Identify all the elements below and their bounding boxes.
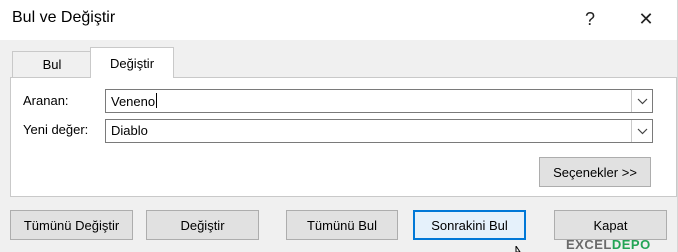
replace-all-button[interactable]: Tümünü Değiştir	[10, 210, 133, 240]
close-label: Kapat	[593, 217, 628, 233]
find-next-button[interactable]: Sonrakini Bul	[413, 210, 526, 240]
text-caret	[156, 93, 158, 108]
watermark-logo: EXCELDEPO	[566, 237, 651, 252]
options-button-label: Seçenekler >>	[553, 164, 637, 180]
find-next-label: Sonrakini Bul	[431, 217, 508, 233]
chevron-down-icon	[637, 128, 647, 134]
find-what-combobox[interactable]: Veneno	[105, 89, 653, 113]
close-icon: ✕	[638, 8, 654, 29]
replace-with-value[interactable]: Diablo	[111, 123, 148, 138]
chevron-down-icon	[637, 98, 647, 104]
mouse-pointer-icon	[515, 246, 521, 252]
find-dropdown-button[interactable]	[631, 90, 652, 112]
close-button[interactable]: Kapat	[554, 210, 667, 240]
replace-dropdown-button[interactable]	[631, 120, 652, 142]
help-button[interactable]: ?	[568, 0, 612, 38]
find-what-input[interactable]: Veneno	[111, 93, 158, 109]
options-button[interactable]: Seçenekler >>	[539, 157, 651, 187]
tab-find[interactable]: Bul	[12, 51, 92, 77]
find-what-label: Aranan:	[23, 93, 69, 108]
replace-panel: Aranan: Veneno Yeni değer: Diablo Seçene…	[10, 77, 677, 197]
tab-replace[interactable]: Değiştir	[90, 47, 174, 78]
help-icon: ?	[584, 8, 595, 29]
watermark-text-excel: EXCEL	[566, 237, 612, 252]
replace-label: Değiştir	[180, 217, 225, 233]
find-replace-dialog: Bul ve Değiştir ? ✕ Bul Değiştir Aranan:…	[0, 0, 678, 252]
replace-button[interactable]: Değiştir	[146, 210, 259, 240]
tab-replace-label: Değiştir	[109, 55, 155, 71]
watermark-text-depo: DEPO	[611, 237, 651, 252]
replace-with-label: Yeni değer:	[23, 122, 89, 137]
find-all-label: Tümünü Bul	[306, 217, 378, 233]
tab-find-label: Bul	[42, 57, 62, 72]
replace-all-label: Tümünü Değiştir	[23, 217, 120, 233]
find-all-button[interactable]: Tümünü Bul	[286, 210, 398, 240]
find-what-value: Veneno	[111, 94, 156, 109]
dialog-title: Bul ve Değiştir	[12, 9, 116, 26]
replace-with-combobox[interactable]: Diablo	[105, 119, 653, 143]
title-bar: Bul ve Değiştir ? ✕	[0, 0, 677, 40]
close-window-button[interactable]: ✕	[624, 0, 668, 38]
